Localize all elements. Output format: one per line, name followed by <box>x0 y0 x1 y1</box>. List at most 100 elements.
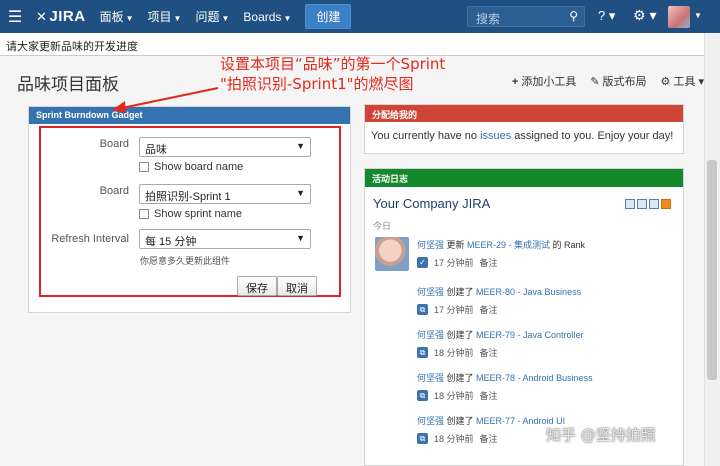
assigned-message: You currently have no issues assigned to… <box>365 122 683 150</box>
subtask-icon: ⧉ <box>417 347 428 358</box>
assigned-to-me-gadget: 分配给我的 You currently have no issues assig… <box>364 104 684 154</box>
comment-link[interactable]: 备注 <box>480 303 498 316</box>
subtask-icon: ⧉ <box>417 304 428 315</box>
activity-user-link[interactable]: 何坚强 <box>417 287 444 297</box>
activity-user-link[interactable]: 何坚强 <box>417 330 444 340</box>
user-avatar[interactable] <box>375 237 409 271</box>
gear-icon[interactable]: ⚙ ▾ <box>633 7 656 24</box>
comment-link[interactable]: 备注 <box>480 346 498 359</box>
activity-issue-link[interactable]: MEER-29 - 集成测试 <box>467 240 550 250</box>
board-label: Board <box>99 138 129 150</box>
activity-action: 创建了 <box>444 373 477 383</box>
annotation-line-2: "拍照识别-Sprint1"的燃尽图 <box>220 75 414 93</box>
activity-issue-link[interactable]: MEER-78 - Android Business <box>476 373 593 383</box>
dashboard-toolbar: + 添加小工具 ✎ 版式布局 ⚙ 工具 ▾ <box>512 73 704 89</box>
activity-suffix: 的 Rank <box>550 240 586 250</box>
chevron-down-icon[interactable]: ▼ <box>694 11 702 20</box>
search-icon[interactable]: ⚲ <box>569 9 578 23</box>
activity-user-link[interactable]: 何坚强 <box>417 416 444 426</box>
announcement-banner: 请大家更新品味的开发进度 <box>0 33 720 56</box>
comment-link[interactable]: 备注 <box>480 389 498 402</box>
chevron-down-icon: ▼ <box>221 14 230 23</box>
activity-entry: 何坚强 创建了 MEER-77 - Android UI <box>417 414 565 427</box>
refresh-interval-select[interactable]: 每 15 分钟 ▼ <box>139 229 311 249</box>
settings-icon[interactable] <box>649 199 659 209</box>
search-placeholder: 搜索 <box>476 12 501 26</box>
checkbox-box[interactable] <box>139 209 149 219</box>
show-board-name-checkbox[interactable]: Show board name <box>139 161 243 173</box>
jira-logo[interactable]: ✕ JIRA <box>36 8 86 25</box>
activity-time: 18 分钟前 <box>434 391 474 401</box>
activity-action: 创建了 <box>444 330 477 340</box>
activity-issue-link[interactable]: MEER-80 - Java Business <box>476 287 581 297</box>
watermark: 知乎 @坚持拍照 <box>546 426 656 444</box>
activity-stream-title[interactable]: Your Company JIRA <box>373 196 490 211</box>
tools-label: 工具 <box>673 76 696 88</box>
chevron-down-icon: ▼ <box>283 13 292 23</box>
chevron-down-icon: ▼ <box>296 141 305 151</box>
nav-projects-label: 项目 <box>147 10 172 24</box>
issues-link[interactable]: issues <box>480 130 511 142</box>
nav-dashboards-menu[interactable]: 面板 ▼ <box>100 8 134 25</box>
activity-user-link[interactable]: 何坚强 <box>417 373 444 383</box>
activity-time: 17 分钟前 <box>434 305 474 315</box>
search-input[interactable]: 搜索 ⚲ <box>467 6 585 27</box>
user-avatar[interactable] <box>668 6 690 28</box>
subtask-icon: ⧉ <box>417 390 428 401</box>
burndown-gadget-title[interactable]: Sprint Burndown Gadget <box>29 107 350 124</box>
activity-issue-link[interactable]: MEER-79 - Java Controller <box>476 330 584 340</box>
cancel-button[interactable]: 取消 <box>277 276 317 296</box>
board-select-value: 品味 <box>145 144 167 156</box>
jira-logo-icon: ✕ <box>36 8 48 24</box>
tools-menu-button[interactable]: ⚙ 工具 ▾ <box>661 73 704 89</box>
save-button[interactable]: 保存 <box>237 276 277 296</box>
comment-link[interactable]: 备注 <box>480 432 498 445</box>
pencil-icon: ✎ <box>590 76 600 88</box>
activity-entry: 何坚强 创建了 MEER-78 - Android Business <box>417 371 593 384</box>
assigned-gadget-title[interactable]: 分配给我的 <box>365 105 683 122</box>
filter-icon[interactable] <box>637 199 647 209</box>
activity-meta: ⧉ 18 分钟前 备注 <box>417 432 498 445</box>
sprint-select-value: 拍照识别-Sprint 1 <box>145 191 231 203</box>
add-gadget-label: 添加小工具 <box>521 76 577 88</box>
comment-link[interactable]: 备注 <box>480 256 498 269</box>
nav-projects-menu[interactable]: 项目 ▼ <box>148 8 182 25</box>
refresh-interval-hint: 你愿意多久更新此组件 <box>140 256 231 266</box>
show-sprint-name-checkbox[interactable]: Show sprint name <box>139 208 242 220</box>
activity-meta: ⧉ 17 分钟前 备注 <box>417 303 498 316</box>
assigned-text-after: assigned to you. Enjoy your day! <box>511 130 674 142</box>
show-board-name-label: Show board name <box>154 161 244 173</box>
checkbox-box[interactable] <box>139 162 149 172</box>
subtask-icon: ⧉ <box>417 433 428 444</box>
rss-icon[interactable] <box>661 199 671 209</box>
chevron-down-icon: ▼ <box>296 233 305 243</box>
refresh-interval-value: 每 15 分钟 <box>145 236 197 248</box>
create-button[interactable]: 创建 <box>305 4 352 29</box>
activity-user-link[interactable]: 何坚强 <box>417 240 444 250</box>
annotation-text: 设置本项目“品味”的第一个Sprint "拍照识别-Sprint1"的燃尽图 <box>220 54 445 94</box>
activity-entry: 何坚强 创建了 MEER-79 - Java Controller <box>417 328 584 341</box>
nav-boards-menu[interactable]: Boards ▼ <box>243 10 291 24</box>
chevron-down-icon: ▼ <box>296 188 305 198</box>
list-view-icon[interactable] <box>625 199 635 209</box>
activity-meta: ⧉ 18 分钟前 备注 <box>417 346 498 359</box>
add-gadget-button[interactable]: + 添加小工具 <box>512 73 576 89</box>
activity-time: 17 分钟前 <box>434 258 474 268</box>
activity-meta: ⧉ 18 分钟前 备注 <box>417 389 498 402</box>
activity-action: 创建了 <box>444 416 477 426</box>
activity-date-header: 今日 <box>373 221 392 231</box>
checkbox-icon: ✓ <box>417 257 428 268</box>
board-select[interactable]: 品味 ▼ <box>139 137 311 157</box>
nav-boards-label: Boards <box>243 9 282 24</box>
sprint-label: Board <box>99 185 129 197</box>
scrollbar-thumb[interactable] <box>707 160 717 380</box>
nav-issues-menu[interactable]: 问题 ▼ <box>195 8 229 25</box>
menu-icon[interactable]: ☰ <box>0 7 30 27</box>
activity-view-icons <box>625 199 671 209</box>
help-icon[interactable]: ? ▾ <box>598 8 615 24</box>
sprint-select[interactable]: 拍照识别-Sprint 1 ▼ <box>139 184 311 204</box>
edit-layout-button[interactable]: ✎ 版式布局 <box>590 73 646 89</box>
activity-entry: 何坚强 更新 MEER-29 - 集成测试 的 Rank <box>417 238 585 251</box>
activity-gadget-title[interactable]: 活动日志 <box>365 169 683 187</box>
activity-action: 创建了 <box>444 287 477 297</box>
